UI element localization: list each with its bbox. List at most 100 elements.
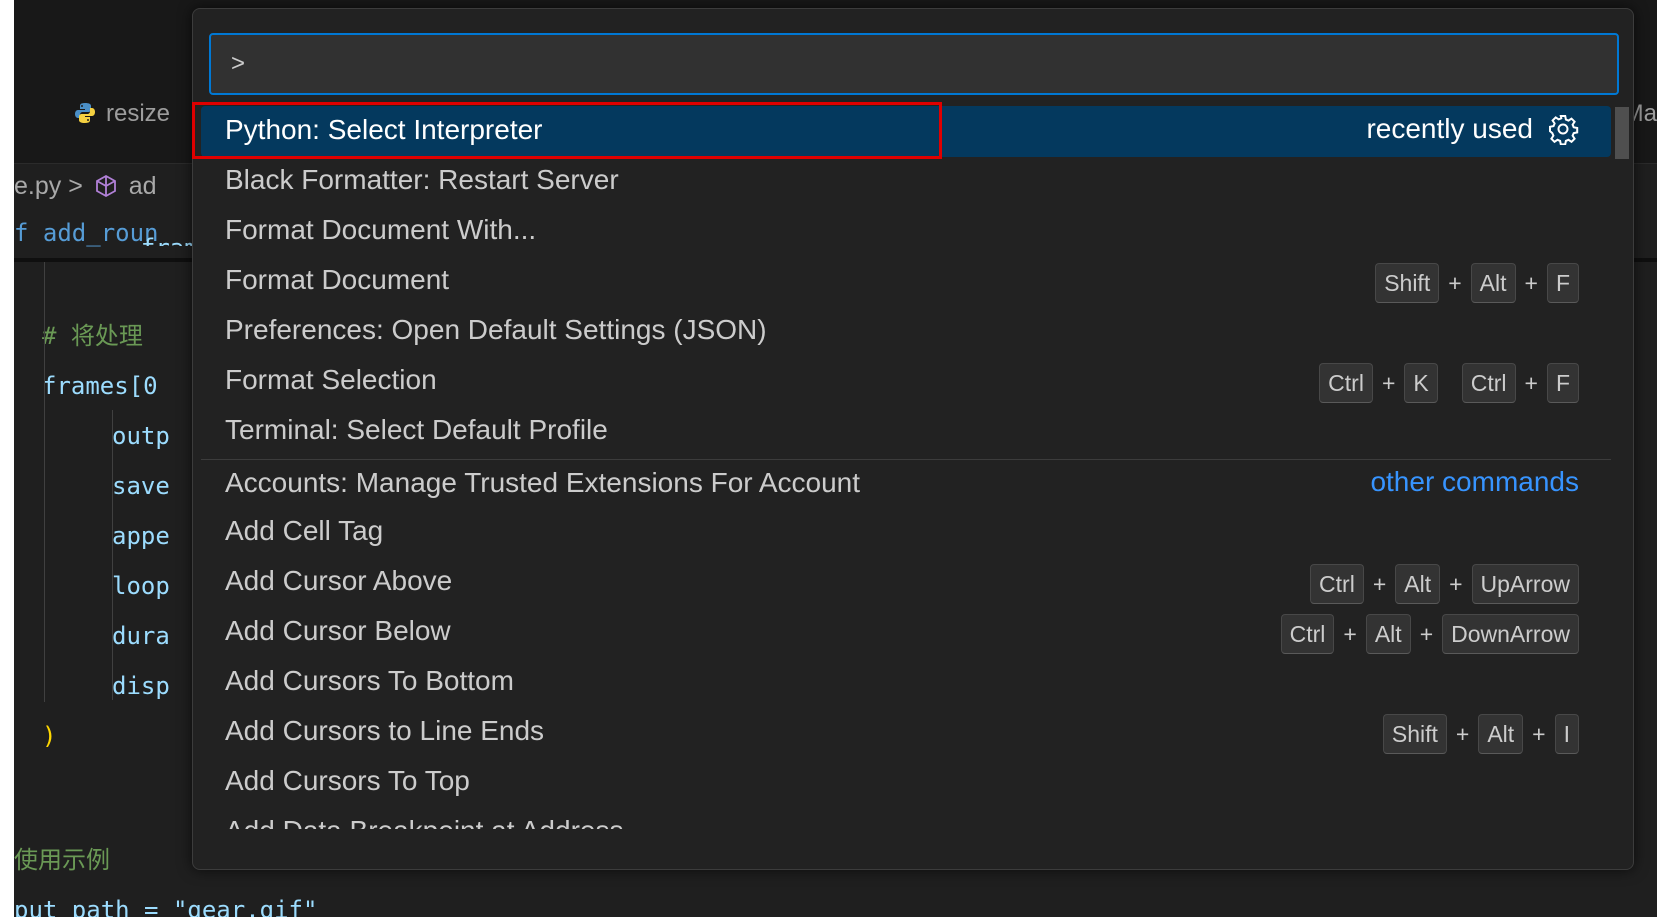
command-label: Add Cursor Below bbox=[225, 615, 451, 646]
breadcrumb: e.py > ad bbox=[14, 172, 157, 201]
command-label: Preferences: Open Default Settings (JSON… bbox=[225, 314, 767, 345]
command-item[interactable]: Format Document Shift + Alt + F bbox=[201, 256, 1611, 307]
code-text: 使用示例 bbox=[14, 846, 110, 874]
code-line: 使用示例 bbox=[14, 834, 110, 886]
key: Alt bbox=[1365, 614, 1411, 654]
code-text: ) bbox=[42, 722, 57, 750]
command-label: Add Cursors To Top bbox=[225, 765, 470, 796]
code-line: loop bbox=[112, 560, 170, 612]
code-text: disp bbox=[112, 672, 170, 700]
code-line: frames[0 bbox=[42, 360, 158, 412]
code-text: dura bbox=[112, 622, 170, 650]
command-label: Add Data Breakpoint at Address bbox=[225, 815, 623, 829]
command-item[interactable]: Black Formatter: Restart Server bbox=[201, 156, 1611, 207]
command-item[interactable]: Terminal: Select Default Profile bbox=[201, 406, 1611, 457]
code-line: disp bbox=[112, 660, 170, 712]
breadcrumb-separator: > bbox=[68, 172, 83, 200]
code-text: outp bbox=[112, 422, 170, 450]
key: Shift bbox=[1382, 714, 1447, 754]
breadcrumb-symbol[interactable]: ad bbox=[129, 172, 157, 200]
tab-resize[interactable]: resize bbox=[74, 100, 170, 128]
code-text: # 将处理 bbox=[42, 322, 143, 350]
code-line: dura bbox=[112, 610, 170, 662]
command-label: Add Cursors To Bottom bbox=[225, 665, 514, 696]
key: Alt bbox=[1395, 564, 1441, 604]
key-plus: + bbox=[1419, 620, 1434, 647]
command-palette-input[interactable]: > bbox=[209, 33, 1619, 95]
window-edge bbox=[0, 0, 14, 917]
command-item[interactable]: Format Selection Ctrl + K Ctrl + F bbox=[201, 356, 1611, 407]
keybinding: Ctrl + Alt + DownArrow bbox=[1280, 614, 1579, 654]
keybinding: Ctrl + Alt + UpArrow bbox=[1310, 564, 1579, 604]
code-line: save bbox=[112, 460, 170, 512]
command-item[interactable]: Accounts: Manage Trusted Extensions For … bbox=[201, 459, 1611, 510]
key: Ctrl bbox=[1310, 564, 1364, 604]
command-item[interactable]: Format Document With... bbox=[201, 206, 1611, 257]
keybinding: Shift + Alt + F bbox=[1375, 263, 1579, 303]
code-line: put_path = "gear.gif" bbox=[14, 884, 317, 917]
command-meta: other commands bbox=[1370, 466, 1579, 498]
command-label: Add Cursors to Line Ends bbox=[225, 715, 545, 746]
command-label: Format Document bbox=[225, 264, 450, 295]
command-item[interactable]: Add Cursor Below Ctrl + Alt + DownArrow bbox=[201, 607, 1611, 658]
key-plus: + bbox=[1448, 269, 1462, 296]
command-item[interactable]: Add Cell Tag bbox=[201, 507, 1611, 558]
keybinding: Ctrl + K Ctrl + F bbox=[1319, 363, 1579, 403]
tab-label: resize bbox=[106, 100, 171, 127]
command-label: Terminal: Select Default Profile bbox=[225, 414, 608, 445]
code-text: appe bbox=[112, 522, 170, 550]
key: Shift bbox=[1375, 263, 1440, 303]
key: Alt bbox=[1470, 263, 1516, 303]
indent-guide bbox=[44, 262, 45, 702]
key-plus: + bbox=[1449, 570, 1463, 597]
code-text: put_path = "gear.gif" bbox=[14, 896, 318, 917]
key-plus: + bbox=[1455, 720, 1470, 747]
command-label: Format Selection bbox=[225, 364, 437, 395]
command-item[interactable]: Preferences: Open Default Settings (JSON… bbox=[201, 306, 1611, 357]
code-line: appe bbox=[112, 510, 170, 562]
code-line: outp bbox=[112, 410, 170, 462]
key-plus: + bbox=[1372, 570, 1387, 597]
key: K bbox=[1404, 363, 1438, 403]
key-plus: + bbox=[1343, 620, 1357, 647]
key: Ctrl bbox=[1461, 363, 1516, 403]
code-text: loop bbox=[112, 572, 170, 600]
highlight-annotation bbox=[192, 102, 942, 159]
key-plus: + bbox=[1532, 720, 1546, 747]
command-item[interactable]: Add Cursors to Line Ends Shift + Alt + I bbox=[201, 707, 1611, 758]
code-line: # 将处理 bbox=[42, 310, 143, 362]
symbol-method-icon bbox=[95, 174, 116, 198]
keybinding: Shift + Alt + I bbox=[1382, 714, 1579, 754]
gear-icon[interactable] bbox=[1547, 113, 1579, 145]
scrollbar-thumb[interactable] bbox=[1615, 107, 1629, 159]
command-meta: recently used bbox=[1366, 113, 1579, 145]
key: Ctrl bbox=[1319, 363, 1373, 403]
command-item[interactable]: Add Cursors To Top bbox=[201, 757, 1611, 808]
command-label: Add Cursor Above bbox=[225, 565, 453, 596]
command-label: Add Cell Tag bbox=[225, 515, 384, 546]
key-plus: + bbox=[1524, 269, 1538, 296]
code-line: ) bbox=[42, 710, 56, 762]
command-item[interactable]: Add Cursors To Bottom bbox=[201, 657, 1611, 708]
command-label: Format Document With... bbox=[225, 214, 537, 245]
key: I bbox=[1554, 714, 1579, 754]
command-label: Black Formatter: Restart Server bbox=[225, 164, 619, 195]
code-text: frames[0 bbox=[42, 372, 158, 400]
code-text: save bbox=[112, 472, 170, 500]
key: DownArrow bbox=[1442, 614, 1579, 654]
key: F bbox=[1546, 363, 1579, 403]
breadcrumb-file[interactable]: e.py bbox=[14, 172, 61, 200]
key: UpArrow bbox=[1471, 564, 1579, 604]
key-plus: + bbox=[1524, 369, 1538, 396]
key: F bbox=[1546, 263, 1579, 303]
command-item[interactable]: Add Cursor Above Ctrl + Alt + UpArrow bbox=[201, 557, 1611, 608]
command-label: Accounts: Manage Trusted Extensions For … bbox=[225, 467, 861, 498]
python-file-icon bbox=[75, 103, 95, 123]
indent-guide bbox=[112, 410, 113, 700]
key: Ctrl bbox=[1280, 614, 1335, 654]
key: Alt bbox=[1478, 714, 1524, 754]
command-item[interactable]: Add Data Breakpoint at Address bbox=[201, 807, 1611, 829]
key-plus: + bbox=[1381, 369, 1396, 396]
recently-used-tag: recently used bbox=[1366, 113, 1533, 144]
other-commands-tag: other commands bbox=[1370, 466, 1579, 497]
